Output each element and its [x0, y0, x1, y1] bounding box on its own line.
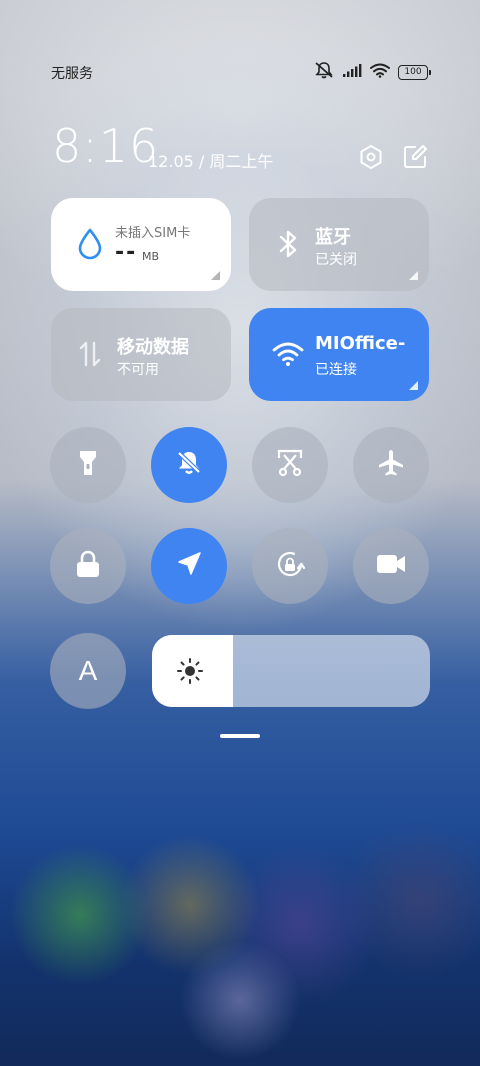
flashlight-icon [77, 448, 99, 482]
wifi-network-name: MIOffice- [315, 333, 406, 354]
mobile-data-status: 不可用 [117, 362, 159, 378]
bell-icon [174, 448, 204, 482]
data-usage-value: -- [115, 240, 138, 265]
mobile-data-title: 移动数据 [117, 337, 189, 358]
mute-icon [314, 61, 334, 83]
rotation-lock-icon [274, 548, 306, 584]
data-usage-unit: MB [142, 250, 160, 263]
status-icons: 100 [314, 61, 431, 83]
tile-corner-indicator [409, 271, 418, 280]
wifi-status: 已连接 [315, 362, 357, 378]
date-label: 12.05 / 周二上午 [148, 152, 274, 171]
location-icon [175, 550, 203, 582]
sim-status-label: 未插入SIM卡 [115, 226, 191, 241]
font-size-button[interactable]: A [50, 633, 126, 709]
flashlight-toggle[interactable] [50, 427, 126, 503]
control-center: 无服务 100 8:16 12.05 / 周二上午 未插入SIM卡 -- MB … [0, 0, 480, 1066]
airplane-icon [376, 448, 406, 482]
wifi-status-icon [370, 63, 390, 82]
font-button-label: A [78, 655, 98, 686]
collapse-handle[interactable] [220, 734, 260, 738]
screenshot-icon [276, 448, 304, 482]
brightness-slider[interactable] [152, 635, 430, 707]
data-usage-tile[interactable]: 未插入SIM卡 -- MB [51, 198, 231, 291]
screenshot-toggle[interactable] [252, 427, 328, 503]
clock: 8:16 [52, 119, 160, 173]
settings-icon[interactable] [357, 143, 385, 171]
bluetooth-title: 蓝牙 [315, 227, 351, 248]
battery-icon: 100 [398, 64, 431, 80]
tile-corner-indicator [409, 381, 418, 390]
rotation-lock-toggle[interactable] [252, 528, 328, 604]
mobile-data-tile[interactable]: 移动数据 不可用 [51, 308, 231, 401]
carrier-status: 无服务 [51, 66, 93, 82]
location-toggle[interactable] [151, 528, 227, 604]
wifi-tile[interactable]: MIOffice- 已连接 [249, 308, 429, 401]
lock-icon [75, 549, 101, 583]
bluetooth-icon [271, 227, 305, 261]
water-drop-icon [73, 227, 107, 261]
screen-record-toggle[interactable] [353, 528, 429, 604]
airplane-toggle[interactable] [353, 427, 429, 503]
lock-toggle[interactable] [50, 528, 126, 604]
tile-corner-indicator [211, 271, 220, 280]
video-icon [375, 552, 407, 580]
edit-icon[interactable] [401, 143, 429, 171]
mute-toggle[interactable] [151, 427, 227, 503]
bluetooth-status: 已关闭 [315, 252, 357, 268]
wifi-icon [271, 337, 305, 371]
sun-icon [176, 657, 204, 685]
bluetooth-tile[interactable]: 蓝牙 已关闭 [249, 198, 429, 291]
mobile-data-icon [73, 337, 107, 371]
signal-icon [342, 63, 362, 82]
